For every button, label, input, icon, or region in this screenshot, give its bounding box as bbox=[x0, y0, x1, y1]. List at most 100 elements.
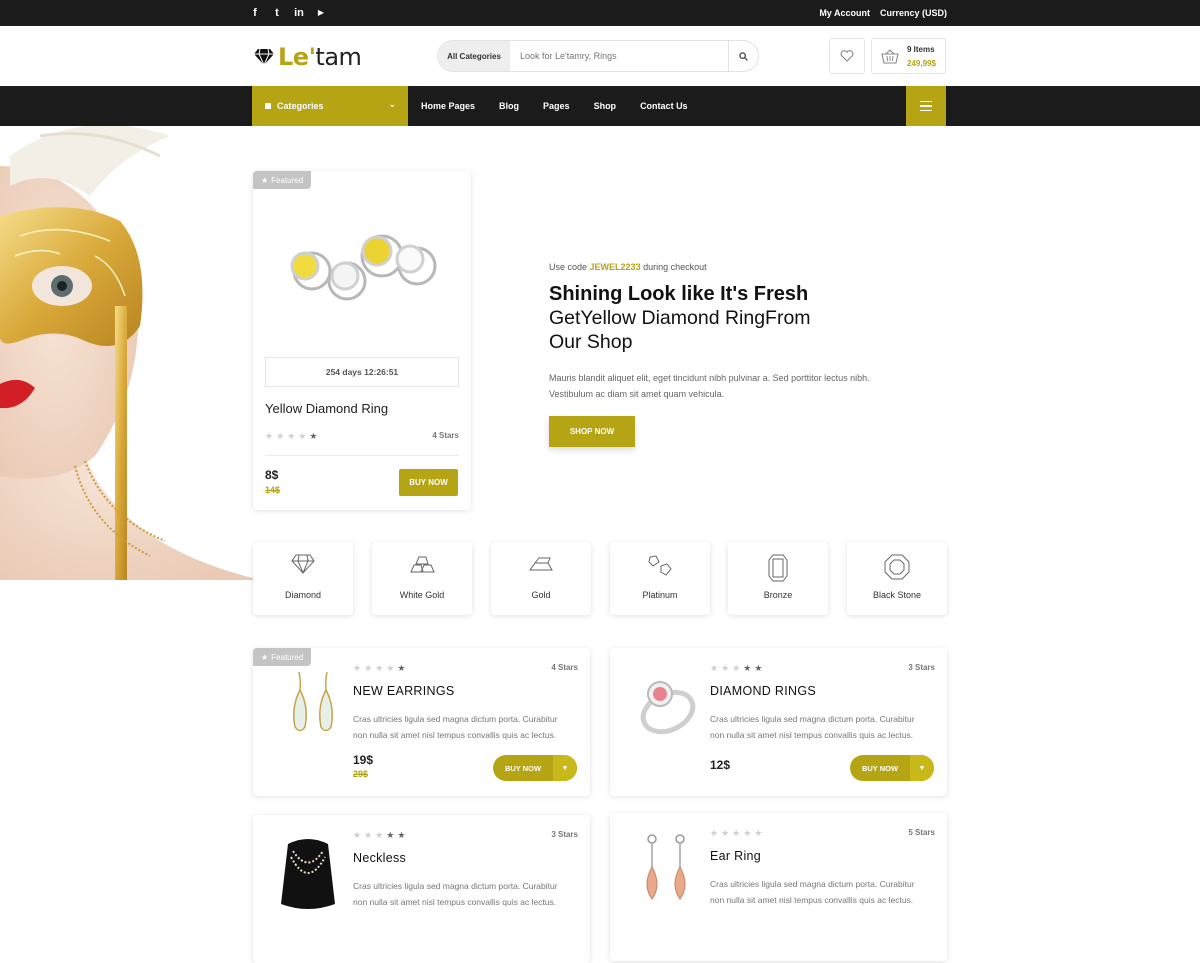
old-price: 14$ bbox=[265, 485, 281, 495]
old-price: 29$ bbox=[353, 769, 369, 779]
star-rating: ★ ★ ★ ★ ★ bbox=[353, 663, 405, 674]
gold-ingot-icon bbox=[529, 557, 553, 571]
caret-down-icon[interactable]: ▼ bbox=[553, 755, 577, 781]
gold-bars-icon bbox=[410, 556, 435, 573]
cart-total: 249,99$ bbox=[907, 59, 936, 68]
product-image-necklace bbox=[281, 839, 335, 909]
star-icon: ★ bbox=[261, 652, 269, 662]
promo-headline: Shining Look like It's Fresh bbox=[549, 283, 809, 305]
star-icon: ★ bbox=[732, 663, 741, 673]
promo-body: Mauris blandit aliquet elit, eget tincid… bbox=[549, 373, 870, 399]
product-description: Cras ultricies ligula sed magna dictum p… bbox=[710, 714, 915, 740]
nav-contact-us[interactable]: Contact Us bbox=[640, 101, 688, 111]
linkedin-icon[interactable]: in bbox=[294, 7, 304, 19]
star-icon: ★ bbox=[265, 431, 274, 441]
rating-label: 5 Stars bbox=[908, 828, 935, 837]
search-input[interactable] bbox=[510, 41, 728, 71]
star-icon: ★ bbox=[743, 663, 752, 673]
star-rating: ★ ★ ★ ★ ★ bbox=[353, 830, 405, 841]
star-rating: ★ ★ ★ ★ ★ bbox=[710, 663, 762, 674]
nav-shop[interactable]: Shop bbox=[594, 101, 617, 111]
featured-product-card: ★ Featured 254 days 12:26:51 Yellow Diam… bbox=[253, 171, 471, 510]
product-title[interactable]: Neckless bbox=[353, 851, 406, 865]
star-icon: ★ bbox=[353, 663, 362, 673]
category-gold[interactable]: Gold bbox=[491, 542, 591, 615]
category-platinum[interactable]: Platinum bbox=[610, 542, 710, 615]
search-category-select[interactable]: All Categories bbox=[438, 41, 510, 71]
price: 12$ bbox=[710, 758, 731, 772]
category-diamond[interactable]: Diamond bbox=[253, 542, 353, 615]
product-card-neckless: ★ ★ ★ ★ ★ 3 Stars Neckless Cras ultricies li… bbox=[253, 815, 590, 963]
nav-blog[interactable]: Blog bbox=[499, 101, 519, 111]
product-image-diamond-ring bbox=[640, 681, 696, 735]
currency-selector[interactable]: Currency (USD) bbox=[880, 8, 947, 18]
star-icon: ★ bbox=[298, 431, 307, 441]
basket-icon bbox=[881, 49, 899, 64]
product-title[interactable]: Ear Ring bbox=[710, 849, 761, 863]
promo-subline: GetYellow Diamond RingFrom Our Shop bbox=[549, 307, 811, 353]
product-card-ear-ring: ★ ★ ★ ★ ★ 5 Stars Ear Ring Cras ultricies li… bbox=[610, 813, 947, 961]
gem-icon bbox=[768, 554, 788, 582]
shop-now-button[interactable]: SHOP NOW bbox=[549, 416, 635, 447]
facebook-icon[interactable]: f bbox=[250, 7, 260, 19]
buy-now-button[interactable]: BUY NOW bbox=[850, 755, 910, 781]
buy-now-button[interactable]: BUY NOW bbox=[493, 755, 553, 781]
logo[interactable]: Le'tam bbox=[254, 43, 362, 71]
categories-dropdown[interactable]: Categories ⌄ bbox=[252, 86, 408, 126]
nav-pages[interactable]: Pages bbox=[543, 101, 570, 111]
product-card-new-earrings: ★ Featured ★ ★ ★ ★ ★ 4 Stars NEW EARRINGS Cra… bbox=[253, 648, 590, 796]
wishlist-button[interactable] bbox=[829, 38, 865, 74]
youtube-icon[interactable]: ▶ bbox=[316, 7, 326, 19]
product-description: Cras ultricies ligula sed magna dictum p… bbox=[353, 714, 558, 740]
star-icon: ★ bbox=[721, 828, 730, 838]
rating-label: 4 Stars bbox=[551, 663, 578, 672]
star-icon: ★ bbox=[743, 828, 752, 838]
rating-label: 3 Stars bbox=[908, 663, 935, 672]
buy-now-split-button: BUY NOW ▼ bbox=[850, 755, 934, 781]
platinum-icon bbox=[648, 555, 672, 576]
product-name[interactable]: Yellow Diamond Ring bbox=[265, 401, 388, 416]
product-description: Cras ultricies ligula sed magna dictum p… bbox=[710, 879, 915, 905]
star-icon: ★ bbox=[261, 175, 269, 185]
buy-now-split-button: BUY NOW ▼ bbox=[493, 755, 577, 781]
heart-icon bbox=[840, 50, 854, 62]
star-icon: ★ bbox=[309, 431, 318, 441]
cart-items-count: 9 Items bbox=[907, 45, 935, 54]
product-description: Cras ultricies ligula sed magna dictum p… bbox=[353, 881, 558, 907]
star-icon: ★ bbox=[386, 830, 395, 840]
star-icon: ★ bbox=[721, 663, 730, 673]
cart-button[interactable]: 9 Items 249,99$ bbox=[871, 38, 946, 74]
buy-now-button[interactable]: BUY NOW bbox=[399, 469, 458, 496]
category-white-gold[interactable]: White Gold bbox=[372, 542, 472, 615]
search-button[interactable] bbox=[728, 41, 758, 71]
star-icon: ★ bbox=[386, 663, 395, 673]
star-rating: ★ ★ ★ ★ ★ bbox=[265, 431, 317, 442]
product-title[interactable]: DIAMOND RINGS bbox=[710, 684, 816, 698]
product-image-rings bbox=[290, 234, 437, 301]
star-rating: ★ ★ ★ ★ ★ bbox=[710, 828, 762, 839]
chevron-down-icon: ⌄ bbox=[388, 99, 396, 109]
promo-code: JEWEL2233 bbox=[589, 262, 641, 272]
nav-home-pages[interactable]: Home Pages bbox=[421, 101, 475, 111]
promo-section: Use code JEWEL2233 during checkout Shini… bbox=[549, 262, 909, 447]
star-icon: ★ bbox=[287, 431, 296, 441]
star-icon: ★ bbox=[364, 663, 373, 673]
star-icon: ★ bbox=[276, 431, 285, 441]
star-icon: ★ bbox=[364, 830, 373, 840]
my-account-link[interactable]: My Account bbox=[819, 8, 870, 18]
octagon-gem-icon bbox=[884, 554, 910, 580]
hero-model-image bbox=[0, 126, 260, 580]
search-icon bbox=[739, 51, 748, 61]
star-icon: ★ bbox=[732, 828, 741, 838]
product-title[interactable]: NEW EARRINGS bbox=[353, 684, 455, 698]
twitter-icon[interactable]: t bbox=[272, 7, 282, 19]
caret-down-icon[interactable]: ▼ bbox=[910, 755, 934, 781]
hamburger-menu-button[interactable] bbox=[906, 86, 946, 126]
star-icon: ★ bbox=[710, 828, 719, 838]
social-links: f t in ▶ bbox=[250, 7, 326, 19]
diamond-logo-icon bbox=[254, 49, 274, 65]
category-bronze[interactable]: Bronze bbox=[728, 542, 828, 615]
star-icon: ★ bbox=[754, 663, 763, 673]
category-black-stone[interactable]: Black Stone bbox=[847, 542, 947, 615]
diamond-icon bbox=[291, 554, 315, 574]
